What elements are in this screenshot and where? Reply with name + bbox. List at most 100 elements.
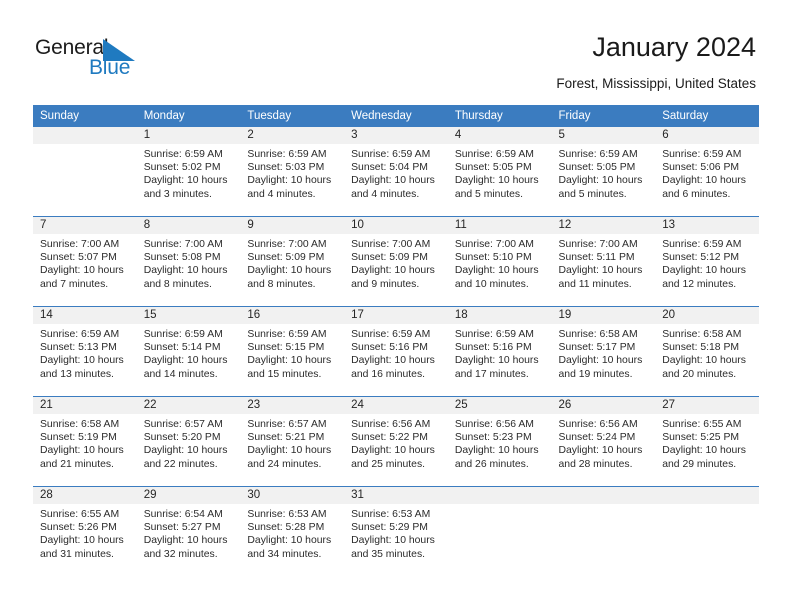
daylight-text: Daylight: 10 hours and 10 minutes. xyxy=(454,265,539,290)
day-number: 4 xyxy=(447,127,552,144)
sunset-text: Sunset: 5:05 PM xyxy=(558,162,636,174)
day-sun-info: Sunrise: 6:59 AM Sunset: 5:14 PM Daylight:… xyxy=(137,324,241,396)
logo-text-blue: Blue xyxy=(89,56,131,79)
day-number: 5 xyxy=(551,127,656,144)
calendar-day-cell[interactable]: 4 Sunrise: 6:59 AM Sunset: 5:05 PM Daylight… xyxy=(447,127,552,216)
calendar-header-row: Sunday Monday Tuesday Wednesday Thursday… xyxy=(33,105,759,127)
sunrise-text: Sunrise: 6:59 AM xyxy=(558,149,638,160)
sunrise-text: Sunrise: 6:55 AM xyxy=(40,509,120,520)
calendar-day-cell[interactable]: 23 Sunrise: 6:57 AM Sunset: 5:21 PM Dayligh… xyxy=(240,397,345,486)
daylight-text: Daylight: 10 hours and 15 minutes. xyxy=(247,355,332,380)
day-sun-info: Sunrise: 6:55 AM Sunset: 5:25 PM Daylight:… xyxy=(655,414,759,486)
day-sun-info: Sunrise: 6:57 AM Sunset: 5:20 PM Daylight:… xyxy=(137,414,241,486)
calendar-day-cell-empty xyxy=(33,127,137,216)
day-number: 13 xyxy=(655,217,759,234)
calendar-day-cell-empty xyxy=(655,487,759,576)
sunrise-text: Sunrise: 6:59 AM xyxy=(454,149,534,160)
calendar-day-cell[interactable]: 24 Sunrise: 6:56 AM Sunset: 5:22 PM Dayligh… xyxy=(344,397,448,486)
daylight-text: Daylight: 10 hours and 26 minutes. xyxy=(454,445,539,470)
sunset-text: Sunset: 5:09 PM xyxy=(247,252,325,264)
day-sun-info: Sunrise: 6:59 AM Sunset: 5:13 PM Daylight:… xyxy=(33,324,137,396)
calendar-day-cell[interactable]: 11 Sunrise: 7:00 AM Sunset: 5:10 PM Dayligh… xyxy=(447,217,552,306)
daylight-text: Daylight: 10 hours and 31 minutes. xyxy=(40,535,124,560)
sunrise-text: Sunrise: 7:00 AM xyxy=(454,239,534,250)
day-number: 1 xyxy=(136,127,241,144)
calendar-day-cell[interactable]: 26 Sunrise: 6:56 AM Sunset: 5:24 PM Dayligh… xyxy=(551,397,656,486)
daylight-text: Daylight: 10 hours and 20 minutes. xyxy=(662,355,746,380)
calendar-day-cell[interactable]: 17 Sunrise: 6:59 AM Sunset: 5:16 PM Dayligh… xyxy=(344,307,448,396)
sunrise-text: Sunrise: 7:00 AM xyxy=(143,239,223,250)
general-blue-logo[interactable]: General Blue xyxy=(35,36,185,86)
day-sun-info: Sunrise: 7:00 AM Sunset: 5:09 PM Daylight:… xyxy=(240,234,344,306)
page-header: General Blue January 2024 Forest, Missis… xyxy=(0,0,792,100)
calendar-day-cell[interactable]: 16 Sunrise: 6:59 AM Sunset: 5:15 PM Dayligh… xyxy=(240,307,345,396)
daylight-text: Daylight: 10 hours and 12 minutes. xyxy=(662,265,746,290)
weekday-header-friday: Friday xyxy=(551,105,656,127)
sunrise-text: Sunrise: 7:00 AM xyxy=(351,239,431,250)
calendar-day-cell[interactable]: 20 Sunrise: 6:58 AM Sunset: 5:18 PM Dayligh… xyxy=(655,307,759,396)
day-number: 2 xyxy=(240,127,345,144)
calendar-day-cell[interactable]: 6 Sunrise: 6:59 AM Sunset: 5:06 PM Daylight… xyxy=(655,127,759,216)
sunrise-text: Sunrise: 6:58 AM xyxy=(662,329,742,340)
sunrise-text: Sunrise: 6:53 AM xyxy=(247,509,327,520)
daylight-text: Daylight: 10 hours and 22 minutes. xyxy=(143,445,228,470)
day-sun-info: Sunrise: 6:55 AM Sunset: 5:26 PM Daylight:… xyxy=(33,504,137,576)
day-sun-info: Sunrise: 6:59 AM Sunset: 5:02 PM Daylight:… xyxy=(137,144,241,216)
day-number: 9 xyxy=(240,217,345,234)
daylight-text: Daylight: 10 hours and 24 minutes. xyxy=(247,445,332,470)
day-number: 21 xyxy=(33,397,137,414)
sunrise-text: Sunrise: 7:00 AM xyxy=(558,239,638,250)
calendar-day-cell[interactable]: 22 Sunrise: 6:57 AM Sunset: 5:20 PM Dayligh… xyxy=(136,397,241,486)
sunset-text: Sunset: 5:28 PM xyxy=(247,522,325,534)
calendar-day-cell[interactable]: 5 Sunrise: 6:59 AM Sunset: 5:05 PM Daylight… xyxy=(551,127,656,216)
daylight-text: Daylight: 10 hours and 7 minutes. xyxy=(40,265,124,290)
calendar-day-cell[interactable]: 31 Sunrise: 6:53 AM Sunset: 5:29 PM Dayligh… xyxy=(344,487,448,576)
day-number: 11 xyxy=(447,217,552,234)
calendar-day-cell[interactable]: 25 Sunrise: 6:56 AM Sunset: 5:23 PM Dayligh… xyxy=(447,397,552,486)
calendar-day-cell[interactable]: 21 Sunrise: 6:58 AM Sunset: 5:19 PM Dayligh… xyxy=(33,397,137,486)
day-sun-info: Sunrise: 6:59 AM Sunset: 5:06 PM Daylight:… xyxy=(655,144,759,216)
calendar-day-cell[interactable]: 7 Sunrise: 7:00 AM Sunset: 5:07 PM Daylight… xyxy=(33,217,137,306)
daylight-text: Daylight: 10 hours and 19 minutes. xyxy=(558,355,643,380)
sunset-text: Sunset: 5:11 PM xyxy=(558,252,635,264)
calendar-day-cell[interactable]: 28 Sunrise: 6:55 AM Sunset: 5:26 PM Dayligh… xyxy=(33,487,137,576)
daylight-text: Daylight: 10 hours and 16 minutes. xyxy=(351,355,435,380)
day-number xyxy=(33,127,137,144)
calendar-week-row: 1 Sunrise: 6:59 AM Sunset: 5:02 PM Daylight… xyxy=(33,127,759,216)
calendar-day-cell[interactable]: 1 Sunrise: 6:59 AM Sunset: 5:02 PM Daylight… xyxy=(136,127,241,216)
sunset-text: Sunset: 5:02 PM xyxy=(143,162,221,174)
calendar-day-cell[interactable]: 9 Sunrise: 7:00 AM Sunset: 5:09 PM Daylight… xyxy=(240,217,345,306)
calendar-day-cell[interactable]: 27 Sunrise: 6:55 AM Sunset: 5:25 PM Dayligh… xyxy=(655,397,759,486)
sunrise-text: Sunrise: 6:56 AM xyxy=(558,419,638,430)
sunset-text: Sunset: 5:23 PM xyxy=(454,432,532,444)
calendar-day-cell[interactable]: 19 Sunrise: 6:58 AM Sunset: 5:17 PM Dayligh… xyxy=(551,307,656,396)
page-location-subtitle: Forest, Mississippi, United States xyxy=(556,76,756,91)
calendar-day-cell[interactable]: 10 Sunrise: 7:00 AM Sunset: 5:09 PM Dayligh… xyxy=(344,217,448,306)
sunset-text: Sunset: 5:08 PM xyxy=(143,252,221,264)
calendar-day-cell[interactable]: 2 Sunrise: 6:59 AM Sunset: 5:03 PM Daylight… xyxy=(240,127,345,216)
daylight-text: Daylight: 10 hours and 35 minutes. xyxy=(351,535,435,560)
daylight-text: Daylight: 10 hours and 34 minutes. xyxy=(247,535,332,560)
calendar-page: General Blue January 2024 Forest, Missis… xyxy=(0,0,792,612)
daylight-text: Daylight: 10 hours and 17 minutes. xyxy=(454,355,539,380)
calendar-week-row: 14 Sunrise: 6:59 AM Sunset: 5:13 PM Dayligh… xyxy=(33,307,759,396)
day-number: 27 xyxy=(655,397,759,414)
daylight-text: Daylight: 10 hours and 5 minutes. xyxy=(558,175,643,200)
daylight-text: Daylight: 10 hours and 9 minutes. xyxy=(351,265,435,290)
sunset-text: Sunset: 5:15 PM xyxy=(247,342,325,354)
day-sun-info: Sunrise: 6:59 AM Sunset: 5:04 PM Daylight:… xyxy=(344,144,448,216)
calendar-day-cell[interactable]: 30 Sunrise: 6:53 AM Sunset: 5:28 PM Dayligh… xyxy=(240,487,345,576)
sunrise-text: Sunrise: 6:59 AM xyxy=(143,149,223,160)
calendar-day-cell[interactable]: 12 Sunrise: 7:00 AM Sunset: 5:11 PM Dayligh… xyxy=(551,217,656,306)
calendar-day-cell[interactable]: 15 Sunrise: 6:59 AM Sunset: 5:14 PM Dayligh… xyxy=(136,307,241,396)
daylight-text: Daylight: 10 hours and 3 minutes. xyxy=(143,175,228,200)
calendar-day-cell[interactable]: 14 Sunrise: 6:59 AM Sunset: 5:13 PM Dayligh… xyxy=(33,307,137,396)
calendar-day-cell[interactable]: 29 Sunrise: 6:54 AM Sunset: 5:27 PM Dayligh… xyxy=(136,487,241,576)
sunset-text: Sunset: 5:17 PM xyxy=(558,342,636,354)
calendar-day-cell[interactable]: 3 Sunrise: 6:59 AM Sunset: 5:04 PM Daylight… xyxy=(344,127,448,216)
day-number xyxy=(655,487,759,504)
calendar-day-cell[interactable]: 8 Sunrise: 7:00 AM Sunset: 5:08 PM Daylight… xyxy=(136,217,241,306)
calendar-day-cell[interactable]: 18 Sunrise: 6:59 AM Sunset: 5:16 PM Dayligh… xyxy=(447,307,552,396)
calendar-day-cell-empty xyxy=(551,487,656,576)
calendar-day-cell[interactable]: 13 Sunrise: 6:59 AM Sunset: 5:12 PM Dayligh… xyxy=(655,217,759,306)
